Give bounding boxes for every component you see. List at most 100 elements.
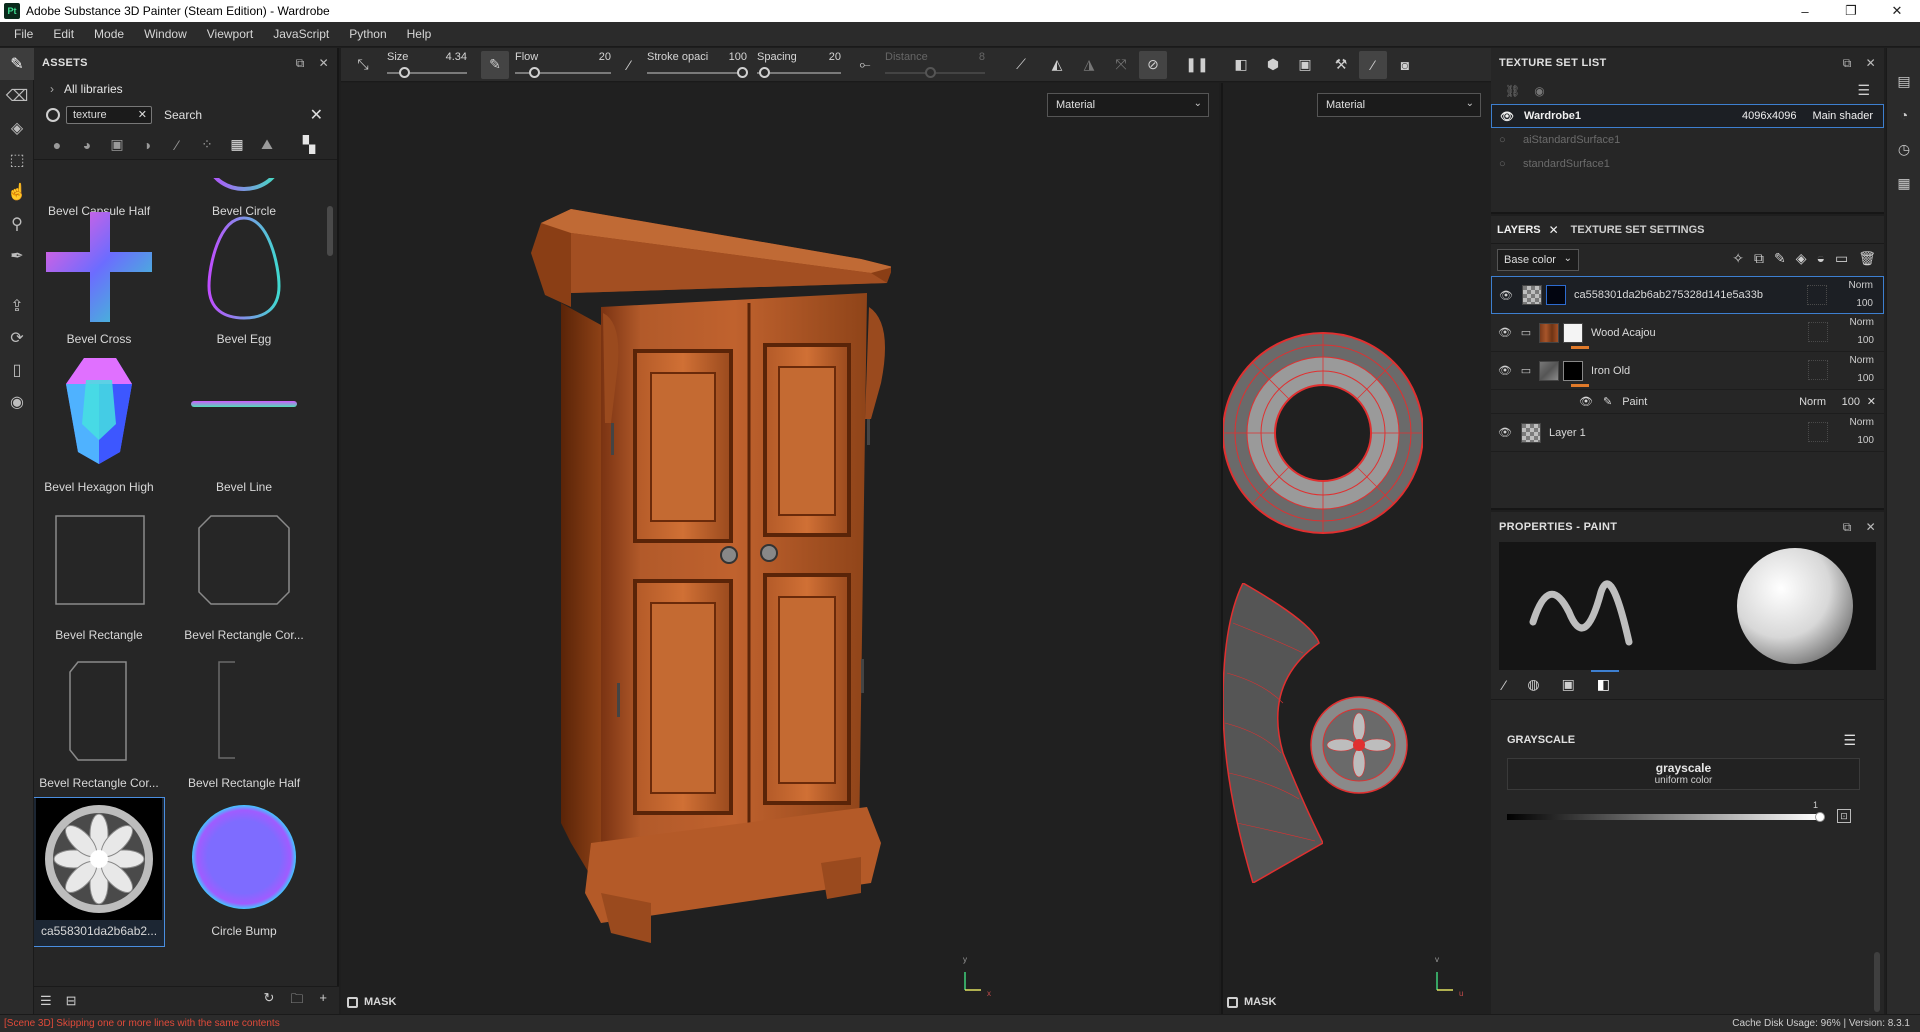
channel-dropdown[interactable]: Base color ⌄ [1497, 249, 1579, 271]
grid-view-icon[interactable]: ▚ [300, 136, 318, 154]
library-selector[interactable]: › All libraries [34, 78, 337, 100]
paint-mode-icon[interactable]: ⁄ [1359, 50, 1387, 79]
snapshot-icon[interactable]: ◙ [1391, 51, 1419, 79]
layer-opacity[interactable]: 100 [1856, 298, 1873, 309]
layer-opacity[interactable]: 100 [1857, 435, 1874, 446]
folder-icon[interactable]: 🗀 [290, 990, 303, 1012]
view-cube-icon[interactable]: ⬢ [1259, 51, 1287, 79]
asset-tile[interactable]: Bevel Hexagon High [34, 354, 164, 502]
asset-tile[interactable]: Circle Bump [179, 798, 309, 946]
tab-texture-set-settings[interactable]: TEXTURE SET SETTINGS [1571, 216, 1705, 244]
maximize-button[interactable]: ❐ [1828, 0, 1874, 22]
search-input[interactable]: Search [164, 108, 202, 122]
layer-row[interactable]: 👁 ca558301da2b6ab275328d141e5a33b Norm 1… [1491, 276, 1884, 314]
polygon-fill-tool-icon[interactable]: ⬚ [0, 144, 34, 176]
projection-tool-icon[interactable]: ◈ [0, 112, 34, 144]
layer-geometry-mask-slot[interactable] [1808, 360, 1828, 380]
add-folder-icon[interactable]: ▭ [1835, 250, 1848, 267]
display-settings-icon[interactable]: ◔ [1887, 100, 1920, 130]
layer-row[interactable]: 👁 Layer 1 Norm 100 [1491, 414, 1884, 452]
effect-blend-mode[interactable]: Norm [1799, 396, 1826, 408]
asset-tile[interactable]: Bevel Rectangle [34, 502, 164, 650]
layer-blend-mode[interactable]: Norm [1850, 355, 1874, 366]
viewport-2d[interactable]: Material ⌄ v u MASK [1221, 83, 1491, 1014]
asset-tile[interactable]: Bevel Rectangle Cor... [34, 650, 164, 798]
layer-opacity[interactable]: 100 [1857, 335, 1874, 346]
color-picker-icon[interactable]: ⊡ [1837, 809, 1851, 823]
spacing-slider[interactable]: Spacing 20 [757, 48, 841, 82]
filter-generators-icon[interactable]: ◑ [138, 136, 156, 154]
bake-icon[interactable]: ⟳ [0, 322, 34, 354]
remove-effect-icon[interactable]: ✕ [1867, 395, 1876, 408]
split-view-icon[interactable]: ◧ [1227, 51, 1255, 79]
tiling-icon[interactable]: ⤧ [1107, 51, 1135, 79]
menu-mode[interactable]: Mode [84, 27, 134, 41]
smudge-tool-icon[interactable]: ☝ [0, 176, 34, 208]
layer-geometry-mask-slot[interactable] [1808, 422, 1828, 442]
flow-slider[interactable]: Flow 20 [515, 48, 611, 82]
menu-javascript[interactable]: JavaScript [263, 27, 339, 41]
symmetry-mirror-icon[interactable]: ◭ [1043, 51, 1071, 79]
symmetry-curve-icon[interactable]: ⟋ [1007, 51, 1035, 79]
folder-icon[interactable]: ▭ [1517, 364, 1535, 377]
menu-window[interactable]: Window [134, 27, 197, 41]
pen-pressure-flow-icon[interactable]: ⁄ [615, 51, 643, 79]
remove-chip-icon[interactable]: ✕ [138, 108, 147, 121]
menu-icon[interactable]: ☰ [1843, 732, 1856, 749]
search-filter-chip[interactable]: texture ✕ [66, 106, 152, 124]
stencil-tab-icon[interactable]: ▣ [1562, 676, 1575, 693]
eye-icon[interactable]: 👁 [1494, 289, 1518, 302]
material-tab-icon[interactable]: ◧ [1597, 676, 1610, 693]
layer-row[interactable]: 👁 ▭ Wood Acajou Norm 100 [1491, 314, 1884, 352]
layer-opacity[interactable]: 100 [1857, 373, 1874, 384]
grayscale-slider-handle[interactable] [1815, 812, 1825, 822]
undock-icon[interactable]: ⧉ [296, 56, 305, 71]
add-mask-icon[interactable]: ⧉ [1754, 250, 1764, 267]
pause-render-icon[interactable]: ❚❚ [1183, 51, 1211, 79]
distance-slider[interactable]: Distance 8 [885, 48, 985, 82]
folder-icon[interactable]: ▭ [1517, 326, 1535, 339]
close-panel-icon[interactable]: ✕ [1866, 520, 1876, 535]
layer-blend-mode[interactable]: Norm [1850, 417, 1874, 428]
lazy-mouse-toggle-icon[interactable]: ⟜ [851, 51, 879, 79]
close-panel-icon[interactable]: ✕ [319, 56, 329, 71]
add-effect-icon[interactable]: ✧ [1732, 250, 1744, 267]
menu-viewport[interactable]: Viewport [197, 27, 263, 41]
brush-tab-icon[interactable]: ⁄ [1503, 677, 1505, 693]
export-icon[interactable]: ⇪ [0, 290, 34, 322]
texture-set-row[interactable]: 👁 Wardrobe1 4096x4096 Main shader [1491, 104, 1884, 128]
alpha-tab-icon[interactable]: ◍ [1527, 676, 1539, 693]
texture-set-row[interactable]: ○ standardSurface1 [1491, 152, 1884, 176]
asset-tile[interactable]: Bevel Rectangle Half [179, 650, 309, 798]
close-panel-icon[interactable]: ✕ [1866, 56, 1876, 71]
clone-tool-icon[interactable]: ⚲ [0, 208, 34, 240]
filter-environments-icon[interactable]: ⛰ [258, 136, 276, 154]
eye-icon[interactable]: 👁 [1500, 110, 1514, 123]
layer-mask-thumbnail[interactable] [1563, 360, 1583, 381]
add-smart-material-icon[interactable]: ◒ [1817, 250, 1825, 267]
resource-slot[interactable]: grayscale uniform color [1507, 758, 1860, 790]
eye-icon[interactable]: 👁 [1493, 426, 1517, 439]
mask-toggle-3d[interactable]: MASK [347, 996, 396, 1008]
backface-culling-icon[interactable]: ⊘ [1139, 50, 1167, 79]
menu-help[interactable]: Help [397, 27, 442, 41]
layer-blend-mode[interactable]: Norm [1850, 317, 1874, 328]
camera-icon[interactable]: ▣ [1291, 51, 1319, 79]
eye-off-icon[interactable]: ○ [1499, 158, 1513, 170]
log-icon[interactable]: ▦ [1887, 168, 1920, 198]
texture-set-row[interactable]: ○ aiStandardSurface1 [1491, 128, 1884, 152]
texture-set-shader[interactable]: Main shader [1812, 110, 1873, 122]
grayscale-slider[interactable]: 1 ⊡ [1507, 800, 1884, 830]
filter-particles-icon[interactable]: ⁘ [198, 136, 216, 154]
filter-brushes-icon[interactable]: ⁄ [168, 136, 186, 154]
asset-tile[interactable]: Bevel Line [179, 354, 309, 502]
mask-effect-row[interactable]: 👁 ✎ Paint Norm 100 ✕ [1491, 390, 1884, 414]
list-settings-icon[interactable]: ☰ [40, 993, 52, 1009]
undock-icon[interactable]: ⧉ [1843, 56, 1852, 71]
add-icon[interactable]: + [319, 990, 327, 1012]
asset-tile-selected[interactable]: ca558301da2b6ab2... [34, 797, 165, 947]
layer-geometry-mask-slot[interactable] [1808, 322, 1828, 342]
viewport-2d-mode-dropdown[interactable]: Material ⌄ [1317, 93, 1481, 117]
eye-icon[interactable]: 👁 [1493, 326, 1517, 339]
filter-materials-icon[interactable]: ● [48, 136, 66, 154]
